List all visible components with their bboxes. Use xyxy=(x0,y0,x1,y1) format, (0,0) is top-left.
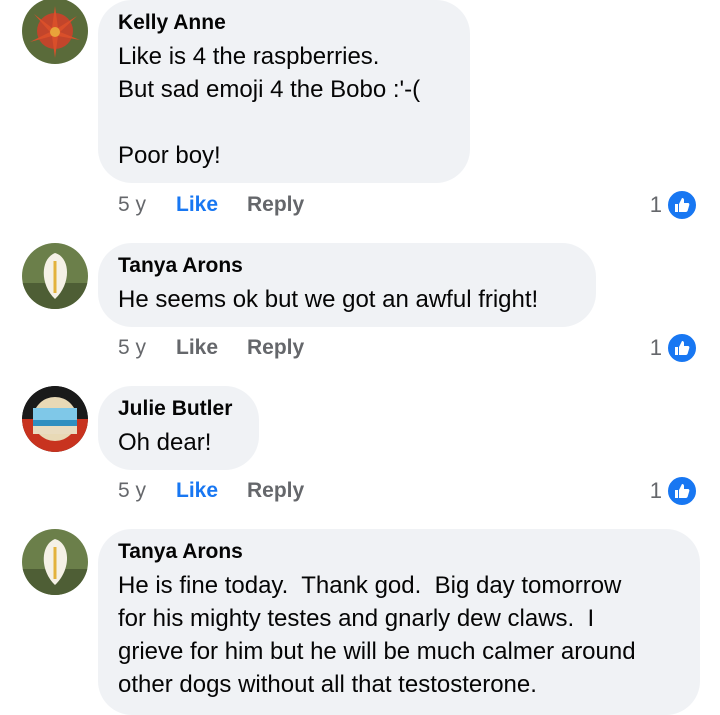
reply-button[interactable]: Reply xyxy=(247,190,304,220)
reaction-count: 1 xyxy=(649,192,662,217)
reply-button[interactable]: Reply xyxy=(247,476,304,506)
like-button[interactable]: Like xyxy=(176,333,218,363)
avatar[interactable] xyxy=(22,386,88,452)
reply-button[interactable]: Reply xyxy=(247,333,304,363)
thumbs-up-icon xyxy=(666,189,698,221)
comment-timestamp[interactable]: 5 y xyxy=(118,333,146,363)
comment-author[interactable]: Tanya Arons xyxy=(118,539,680,565)
comment-text: He is fine today. Thank god. Big day tom… xyxy=(118,572,636,698)
comment-author[interactable]: Kelly Anne xyxy=(118,10,450,36)
comment-timestamp[interactable]: 5 y xyxy=(118,476,146,506)
reaction-summary[interactable]: 1 xyxy=(650,475,698,507)
comment-text: Like is 4 the raspberries. But sad emoji… xyxy=(118,43,421,169)
reaction-summary[interactable]: 1 xyxy=(650,332,698,364)
comment-bubble: Tanya Arons He is fine today. Thank god.… xyxy=(98,529,700,715)
comment-author[interactable]: Tanya Arons xyxy=(118,253,576,279)
reaction-count: 1 xyxy=(649,335,662,360)
comment-text: He seems ok but we got an awful fright! xyxy=(118,286,539,313)
avatar[interactable] xyxy=(22,243,88,309)
comment-bubble: Julie Butler Oh dear! xyxy=(98,386,259,470)
like-button[interactable]: Like xyxy=(176,190,218,220)
comment-bubble: Kelly Anne Like is 4 the raspberries. Bu… xyxy=(98,0,470,183)
comment-bubble: Tanya Arons He seems ok but we got an aw… xyxy=(98,243,596,327)
thumbs-up-icon xyxy=(666,475,698,507)
comment-text: Oh dear! xyxy=(118,429,212,456)
comment-timestamp[interactable]: 5 y xyxy=(118,190,146,220)
avatar[interactable] xyxy=(22,529,88,595)
thumbs-up-icon xyxy=(666,332,698,364)
like-button[interactable]: Like xyxy=(176,476,218,506)
avatar[interactable] xyxy=(22,0,88,64)
comment-author[interactable]: Julie Butler xyxy=(118,396,239,422)
reaction-count: 1 xyxy=(649,478,662,503)
reaction-summary[interactable]: 1 xyxy=(650,189,698,221)
